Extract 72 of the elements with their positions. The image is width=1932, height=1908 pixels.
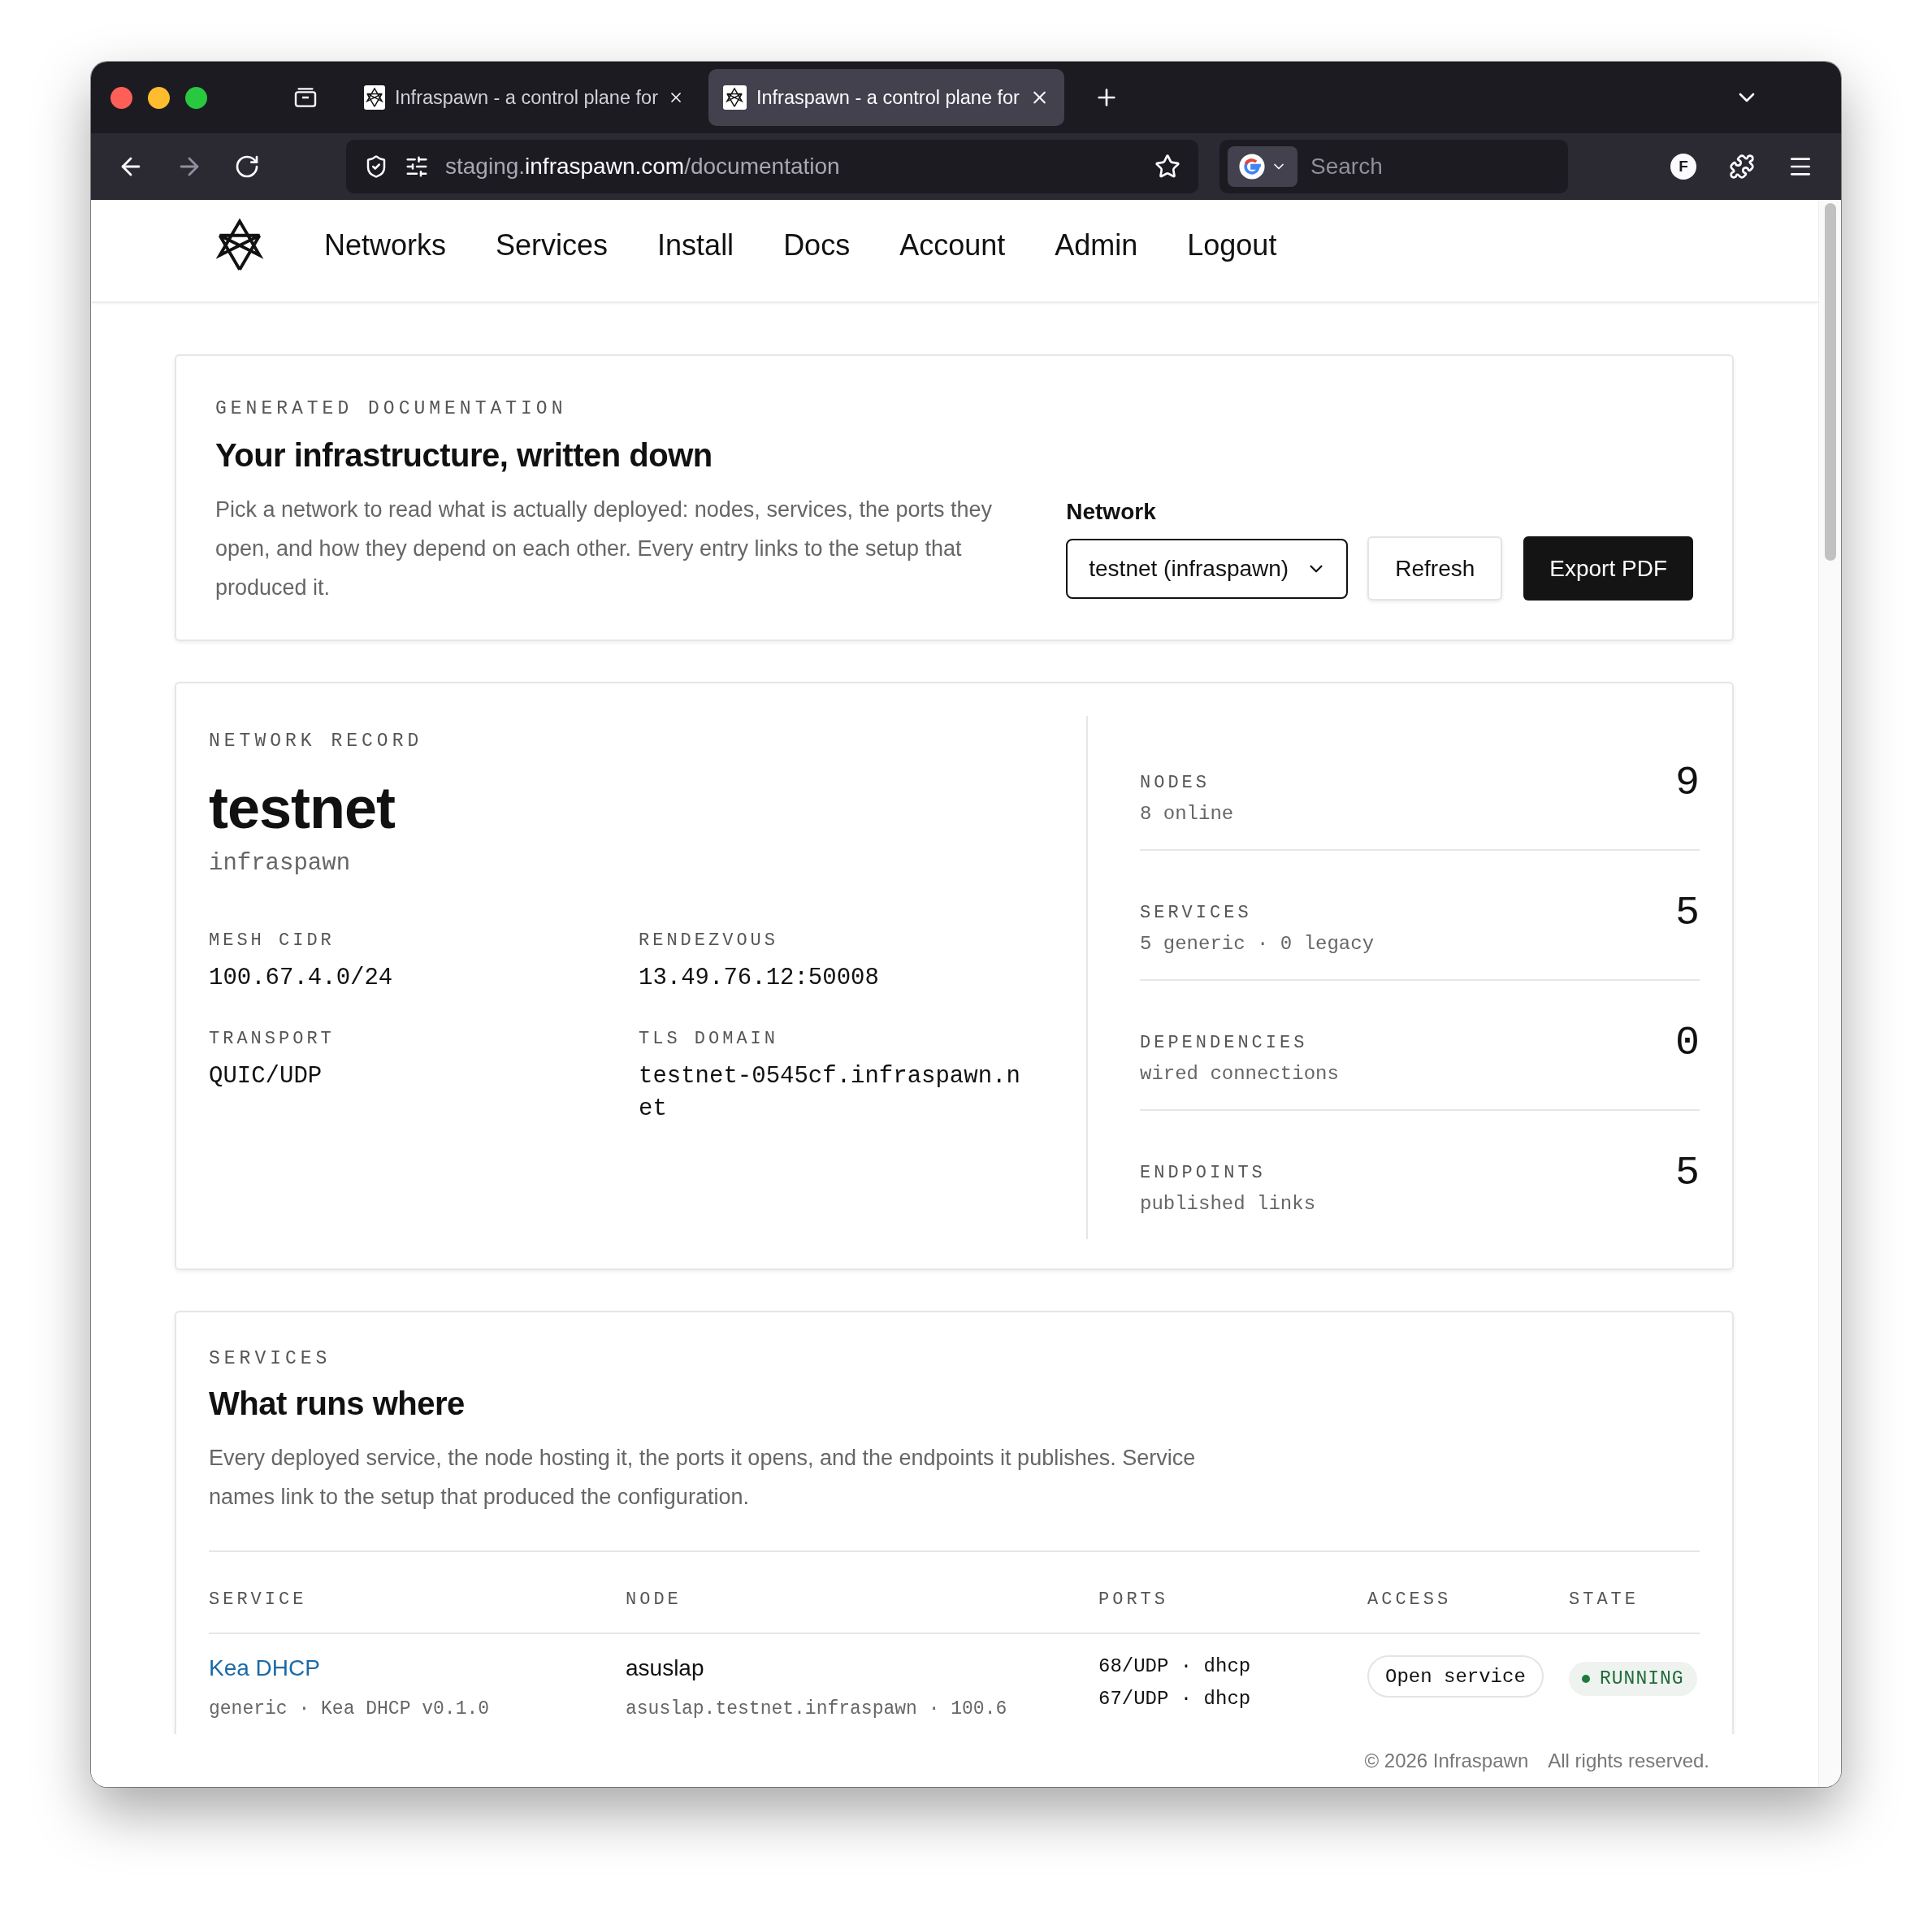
nav-link[interactable]: Logout bbox=[1187, 228, 1277, 262]
column-header: STATE bbox=[1569, 1589, 1640, 1610]
field-label: TRANSPORT bbox=[209, 1029, 336, 1050]
scrollbar[interactable] bbox=[1824, 203, 1836, 561]
nav-link[interactable]: Networks bbox=[324, 228, 447, 262]
permissions-icon[interactable] bbox=[405, 154, 429, 179]
close-window-button[interactable] bbox=[110, 86, 132, 109]
service-link[interactable]: Kea DHCP bbox=[209, 1655, 320, 1680]
stat-label: NODES bbox=[1140, 773, 1211, 793]
search-field[interactable]: Search bbox=[1219, 140, 1568, 193]
eyebrow-label: NETWORK RECORD bbox=[209, 731, 424, 752]
stat-value: 0 bbox=[1675, 1020, 1700, 1068]
copyright-text: © 2026 Infraspawn bbox=[1364, 1749, 1529, 1772]
stat-detail: 8 online bbox=[1140, 803, 1234, 825]
section-title: Your infrastructure, written down bbox=[215, 437, 713, 474]
address-field[interactable]: staging.infraspawn.com/documentation bbox=[346, 140, 1198, 193]
refresh-button[interactable]: Refresh bbox=[1367, 536, 1503, 601]
service-detail: generic · Kea DHCP v0.1.0 bbox=[209, 1698, 491, 1721]
stat-detail: 5 generic · 0 legacy bbox=[1140, 933, 1375, 955]
extensions-icon[interactable] bbox=[1729, 154, 1755, 180]
minimize-window-button[interactable] bbox=[148, 86, 170, 109]
url-text: staging.infraspawn.com/documentation bbox=[445, 154, 841, 180]
column-header: ACCESS bbox=[1367, 1589, 1453, 1610]
profile-avatar[interactable]: F bbox=[1670, 154, 1696, 180]
nav-link[interactable]: Services bbox=[496, 228, 609, 262]
eyebrow-label: SERVICES bbox=[209, 1348, 332, 1369]
search-input[interactable]: Search bbox=[1309, 153, 1560, 180]
bookmark-star-icon[interactable] bbox=[1154, 154, 1180, 180]
search-engine-button[interactable] bbox=[1228, 146, 1297, 187]
google-icon bbox=[1238, 153, 1266, 180]
column-header: PORTS bbox=[1098, 1589, 1169, 1610]
network-select[interactable]: testnet (infraspawn) bbox=[1066, 538, 1349, 599]
field-label: TLS DOMAIN bbox=[639, 1029, 780, 1050]
stat-value: 5 bbox=[1675, 1150, 1700, 1198]
column-header: NODE bbox=[626, 1589, 682, 1610]
section-title: What runs where bbox=[209, 1385, 466, 1422]
field-value: 100.67.4.0/24 bbox=[209, 964, 394, 994]
port-text: 68/UDP · dhcp bbox=[1098, 1654, 1252, 1679]
eyebrow-label: GENERATED DOCUMENTATION bbox=[215, 398, 568, 419]
reload-icon[interactable] bbox=[234, 154, 260, 180]
network-org: infraspawn bbox=[209, 850, 352, 878]
network-label: Network bbox=[1066, 499, 1157, 525]
open-service-button[interactable]: Open service bbox=[1367, 1655, 1544, 1698]
network-name: testnet bbox=[209, 776, 396, 841]
field-label: MESH CIDR bbox=[209, 930, 336, 952]
stat-value: 5 bbox=[1675, 890, 1700, 938]
stat-detail: published links bbox=[1140, 1193, 1316, 1215]
nav-link[interactable]: Account bbox=[899, 228, 1006, 262]
nav-link[interactable]: Admin bbox=[1055, 228, 1138, 262]
column-header: SERVICE bbox=[209, 1589, 308, 1610]
export-button[interactable]: Export PDF bbox=[1523, 536, 1693, 601]
services-text: Every deployed service, the node hosting it, the ports it opens, and the endpoints it publishes. Service names link to the setup that produced the configuration. bbox=[209, 1445, 1197, 1511]
port-text: 67/UDP · dhcp bbox=[1098, 1687, 1252, 1711]
stat-value: 9 bbox=[1675, 760, 1700, 808]
maximize-window-button[interactable] bbox=[185, 86, 207, 109]
field-value: QUIC/UDP bbox=[209, 1062, 323, 1092]
field-value: 13.49.76.12:50008 bbox=[639, 964, 880, 994]
browser-tab[interactable]: Infraspawn - a control plane for bbox=[708, 69, 1064, 126]
nav-link[interactable]: Install bbox=[657, 228, 734, 262]
rights-text: All rights reserved. bbox=[1548, 1749, 1709, 1772]
stat-detail: wired connections bbox=[1140, 1063, 1339, 1085]
stat-label: ENDPOINTS bbox=[1140, 1163, 1267, 1183]
stat-label: SERVICES bbox=[1140, 903, 1253, 923]
browser-tab[interactable]: Infraspawn - a control plane for bbox=[349, 69, 699, 126]
intro-text: Pick a network to read what is actually deployed: nodes, services, the ports they open, and how they depend on each other. Every entry links to the setup that produced it. bbox=[215, 497, 993, 601]
field-value: testnet-0545cf.infraspawn.net bbox=[639, 1062, 1021, 1125]
node-detail: asuslap.testnet.infraspawn · 100.6 bbox=[626, 1698, 1008, 1721]
stat-label: DEPENDENCIES bbox=[1140, 1033, 1309, 1053]
field-label: RENDEZVOUS bbox=[639, 930, 780, 952]
node-name: asuslap bbox=[626, 1655, 705, 1681]
nav-link[interactable]: Docs bbox=[783, 228, 851, 262]
status-badge: RUNNING bbox=[1569, 1662, 1697, 1696]
